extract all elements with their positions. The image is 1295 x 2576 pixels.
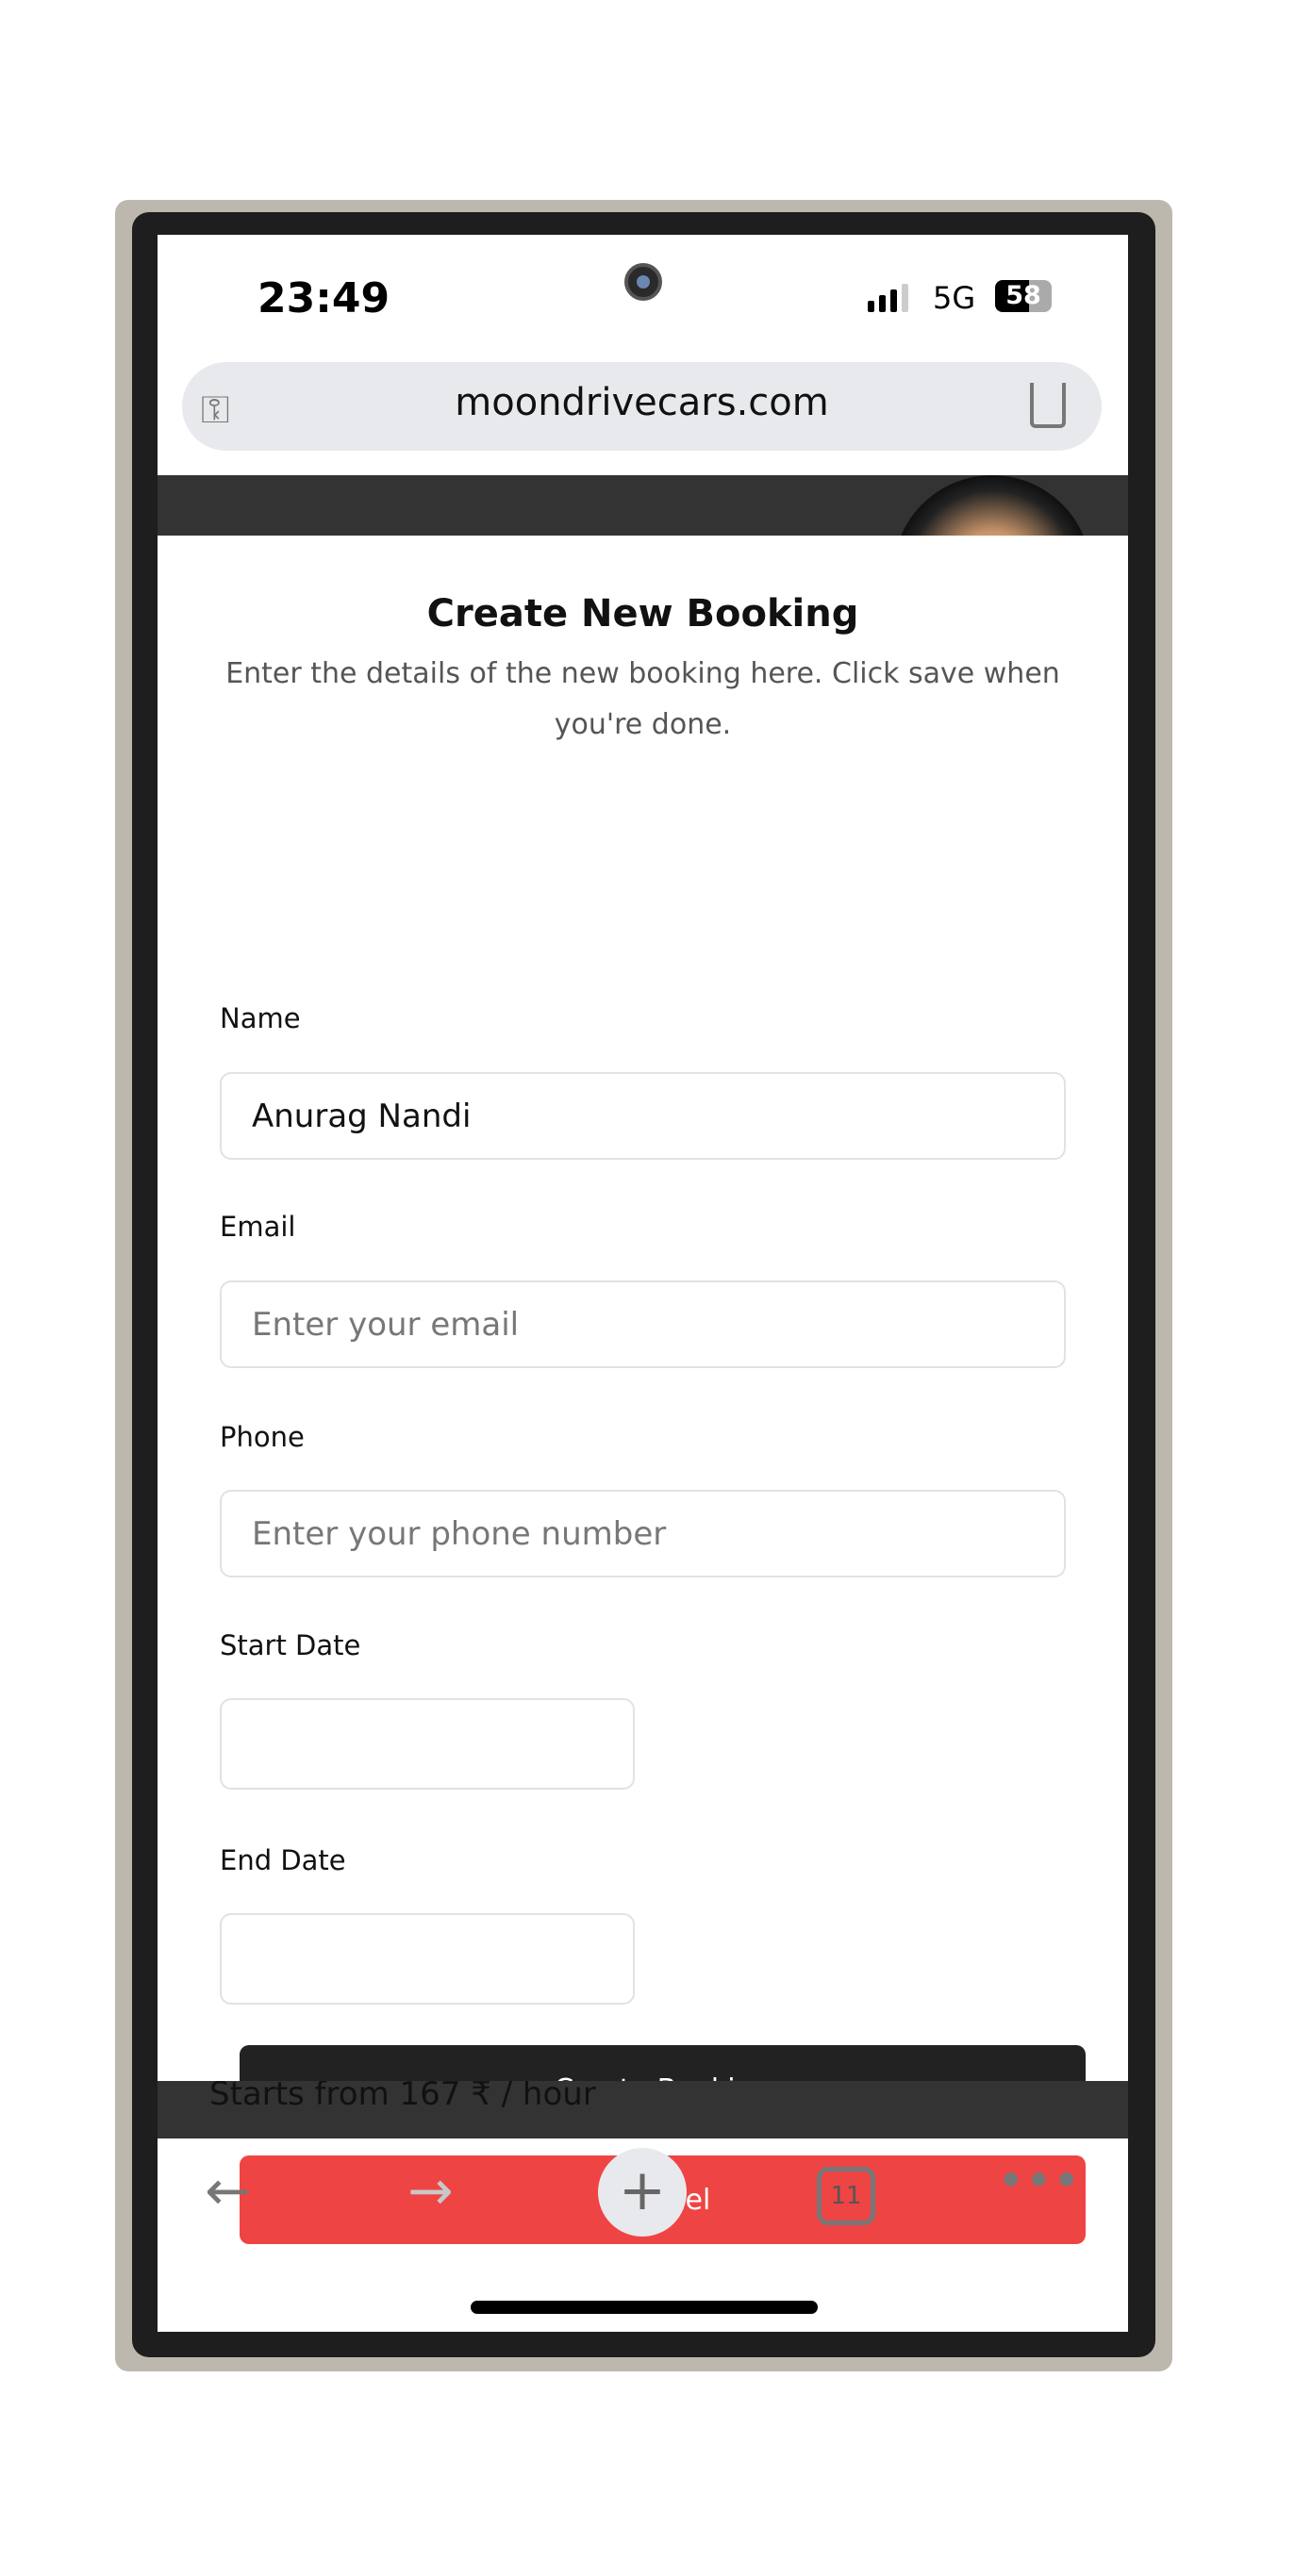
back-icon[interactable]: ← <box>205 2158 251 2222</box>
battery-icon: 58 <box>995 280 1052 312</box>
email-label: Email <box>220 1211 296 1243</box>
url-text[interactable]: moondrivecars.com <box>182 381 1102 424</box>
end-date-input[interactable] <box>220 1913 635 2005</box>
screen: 23:49 5G 58 ⚿ moondrivecars.com Create N… <box>158 235 1128 2332</box>
more-icon[interactable]: ••• <box>997 2154 1080 2208</box>
site-logo <box>893 475 1091 536</box>
dialog-description: Enter the details of the new booking her… <box>225 657 1060 741</box>
status-time: 23:49 <box>257 274 390 322</box>
end-date-label: End Date <box>220 1844 346 1876</box>
phone-input[interactable] <box>220 1490 1066 1577</box>
camera-icon <box>624 263 662 301</box>
new-tab-icon[interactable]: + <box>598 2148 687 2237</box>
create-booking-dialog: Create New Booking Enter the details of … <box>158 536 1128 2244</box>
tabs-button[interactable]: 11 <box>817 2167 875 2225</box>
background-page-strip: Starts from 167 ₹ / hour <box>158 2081 1128 2138</box>
network-type: 5G <box>933 280 976 316</box>
start-date-input[interactable] <box>220 1698 635 1790</box>
address-bar[interactable]: ⚿ moondrivecars.com <box>182 362 1102 451</box>
price-text: Starts from 167 ₹ / hour <box>209 2081 596 2113</box>
signal-icon <box>868 284 908 312</box>
dialog-title: Create New Booking <box>426 592 859 636</box>
home-indicator[interactable] <box>471 2301 818 2314</box>
name-input[interactable] <box>220 1072 1066 1160</box>
email-input[interactable] <box>220 1280 1066 1368</box>
start-date-label: Start Date <box>220 1629 361 1661</box>
share-icon[interactable] <box>1030 383 1066 428</box>
phone-label: Phone <box>220 1421 305 1453</box>
name-label: Name <box>220 1002 301 1034</box>
forward-icon[interactable]: → <box>407 2158 454 2222</box>
